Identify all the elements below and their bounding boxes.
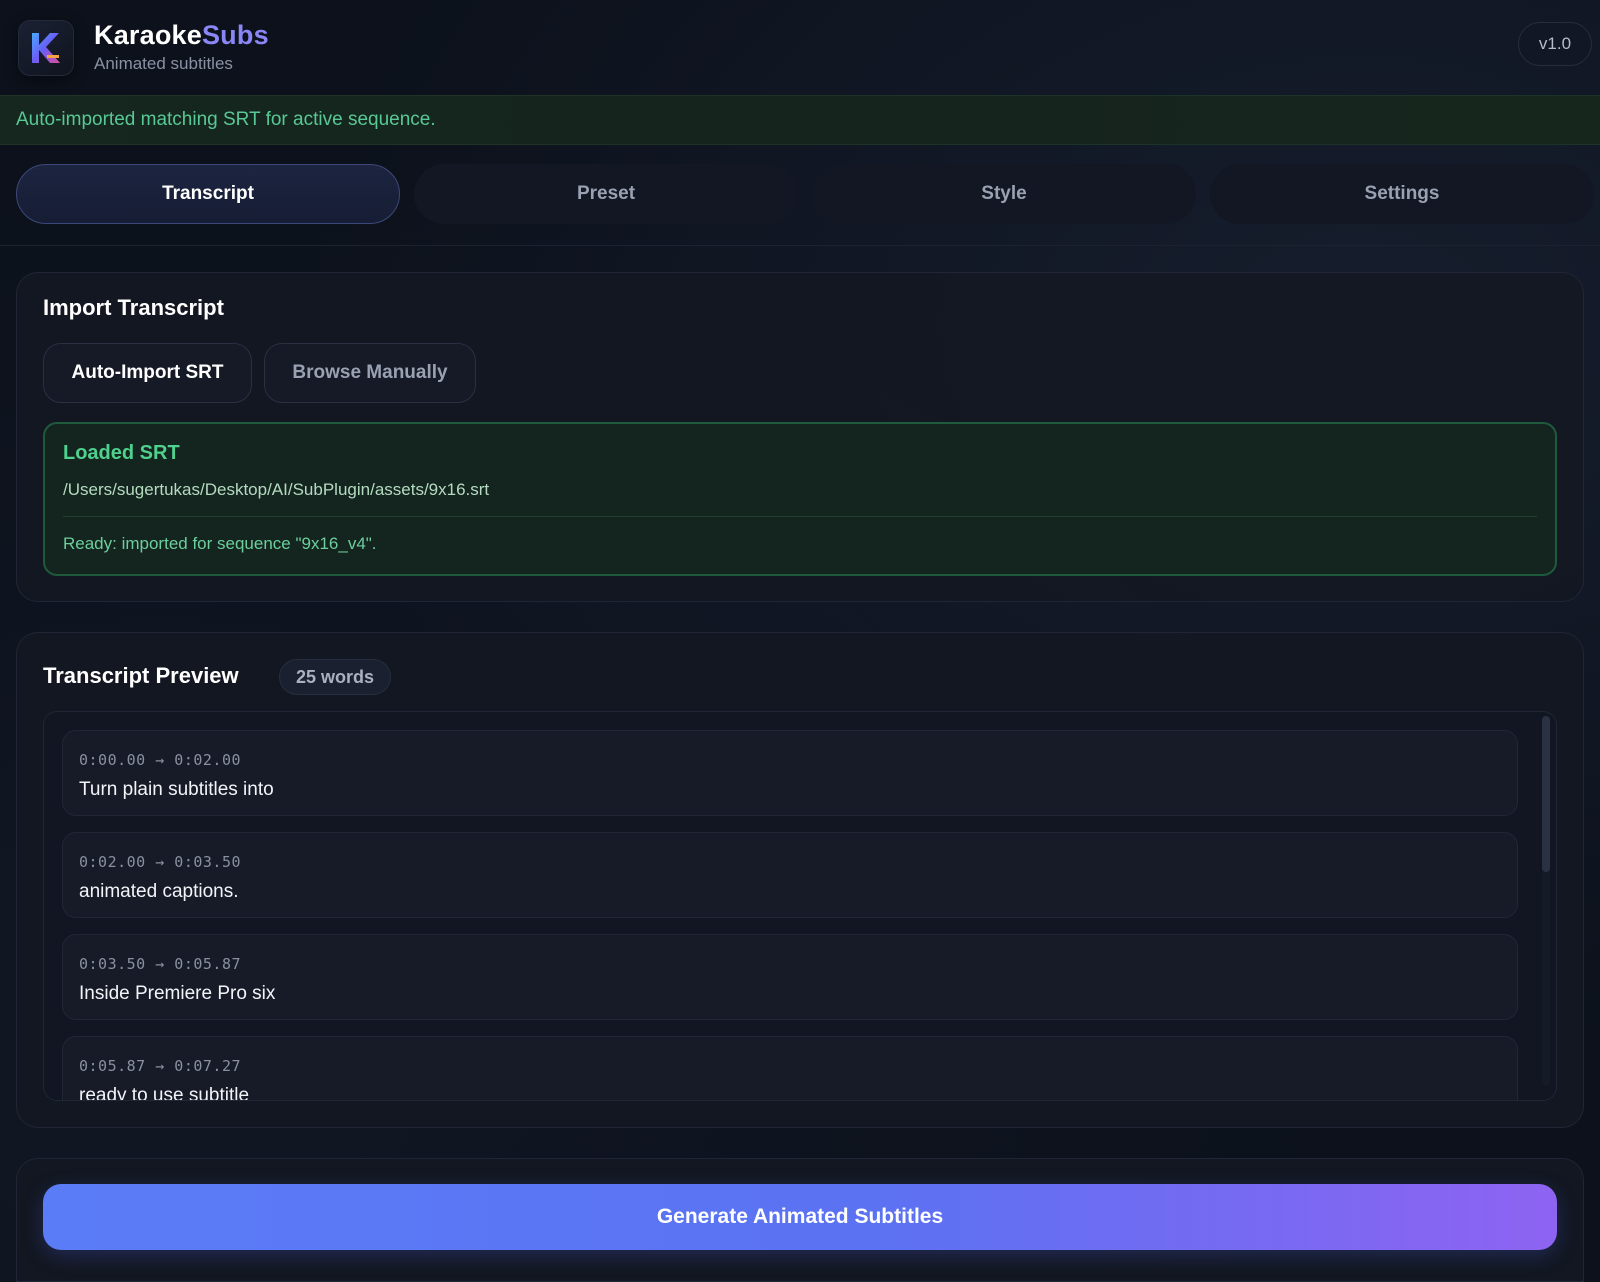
transcript-segment[interactable]: 0:05.87 → 0:07.27 ready to use subtitle xyxy=(62,1036,1518,1101)
app-logo xyxy=(18,19,74,76)
word-count-badge: 25 words xyxy=(279,659,392,695)
tabs-divider xyxy=(0,245,1600,246)
auto-import-srt-button[interactable]: Auto-Import SRT xyxy=(43,343,252,403)
segment-text: Turn plain subtitles into xyxy=(79,779,274,800)
import-transcript-panel: Import Transcript Auto-Import SRT Browse… xyxy=(16,272,1584,602)
loaded-srt-title: Loaded SRT xyxy=(63,442,180,464)
transcript-segment[interactable]: 0:03.50 → 0:05.87 Inside Premiere Pro si… xyxy=(62,934,1518,1020)
transcript-segment[interactable]: 0:02.00 → 0:03.50 animated captions. xyxy=(62,832,1518,918)
tab-style[interactable]: Style xyxy=(812,164,1196,224)
status-banner: Auto-imported matching SRT for active se… xyxy=(0,95,1600,145)
app-subtitle: Animated subtitles xyxy=(94,53,233,73)
generate-animated-subtitles-button[interactable]: Generate Animated Subtitles xyxy=(43,1184,1557,1250)
segment-text: Inside Premiere Pro six xyxy=(79,983,276,1004)
transcript-segment[interactable]: 0:00.00 → 0:02.00 Turn plain subtitles i… xyxy=(62,730,1518,816)
version-badge: v1.0 xyxy=(1518,22,1592,66)
transcript-scroll-thumb[interactable] xyxy=(1542,716,1550,872)
transcript-list[interactable]: 0:00.00 → 0:02.00 Turn plain subtitles i… xyxy=(43,711,1557,1101)
transcript-scrollbar[interactable] xyxy=(1542,716,1550,1086)
transcript-segments: 0:00.00 → 0:02.00 Turn plain subtitles i… xyxy=(62,730,1518,1101)
loaded-srt-status: Ready: imported for sequence "9x16_v4". xyxy=(63,534,377,553)
tab-transcript[interactable]: Transcript xyxy=(16,164,400,224)
segment-time: 0:02.00 → 0:03.50 xyxy=(79,853,242,871)
app-title: KaraokeSubs xyxy=(94,20,269,51)
segment-time: 0:00.00 → 0:02.00 xyxy=(79,751,242,769)
import-transcript-title: Import Transcript xyxy=(43,295,224,320)
transcript-preview-panel: Transcript Preview 25 words 0:00.00 → 0:… xyxy=(16,632,1584,1128)
transcript-preview-title: Transcript Preview xyxy=(43,663,239,688)
segment-text: animated captions. xyxy=(79,881,239,902)
segment-time: 0:05.87 → 0:07.27 xyxy=(79,1057,242,1075)
brand: KaraokeSubs Animated subtitles xyxy=(94,20,269,74)
tab-preset[interactable]: Preset xyxy=(414,164,798,224)
logo-k-icon xyxy=(32,32,60,63)
app-title-main: Karaoke xyxy=(94,20,202,51)
loaded-srt-divider xyxy=(63,516,1537,517)
segment-time: 0:03.50 → 0:05.87 xyxy=(79,955,242,973)
segment-text: ready to use subtitle xyxy=(79,1085,250,1101)
loaded-srt-path: /Users/sugertukas/Desktop/AI/SubPlugin/a… xyxy=(63,480,490,499)
import-button-row: Auto-Import SRT Browse Manually xyxy=(43,343,476,403)
tab-settings[interactable]: Settings xyxy=(1210,164,1594,224)
generate-panel: Generate Animated Subtitles xyxy=(16,1158,1584,1282)
browse-manually-button[interactable]: Browse Manually xyxy=(264,343,476,403)
app-title-accent: Subs xyxy=(201,20,269,51)
loaded-srt-box: Loaded SRT /Users/sugertukas/Desktop/AI/… xyxy=(43,422,1557,576)
tab-bar: Transcript Preset Style Settings xyxy=(16,164,1600,224)
app-header: KaraokeSubs Animated subtitles v1.0 xyxy=(0,0,1600,95)
